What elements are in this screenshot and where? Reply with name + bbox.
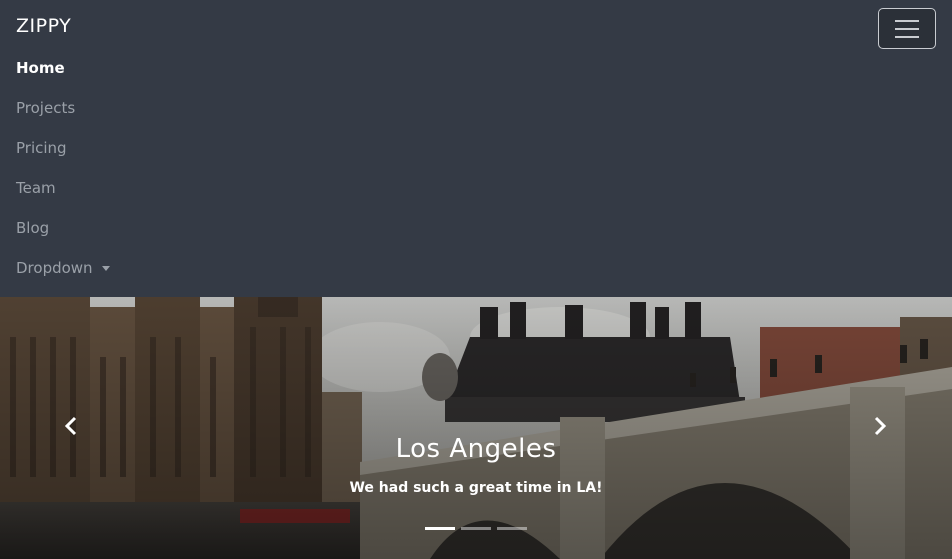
carousel-next-button[interactable]	[868, 414, 892, 438]
carousel-prev-button[interactable]	[59, 414, 83, 438]
navbar-toggler-button[interactable]	[878, 8, 936, 49]
brand-logo[interactable]: ZIPPY	[16, 15, 71, 37]
carousel-indicator[interactable]	[425, 527, 455, 530]
carousel-indicator[interactable]	[461, 527, 491, 530]
nav-menu: Home Projects Pricing Team Blog Dropdown	[16, 59, 110, 299]
carousel-caption-title: Los Angeles	[395, 434, 557, 464]
carousel-indicator[interactable]	[497, 527, 527, 530]
carousel-indicators	[425, 527, 527, 530]
hamburger-menu-icon	[895, 20, 919, 22]
nav-item-blog[interactable]: Blog	[16, 219, 110, 259]
navbar: ZIPPY Home Projects Pricing Team Blog Dr…	[0, 0, 952, 297]
chevron-left-icon	[64, 416, 77, 436]
chevron-right-icon	[874, 416, 887, 436]
carousel-caption-subtitle: We had such a great time in LA!	[349, 480, 603, 496]
nav-item-dropdown[interactable]: Dropdown	[16, 259, 110, 299]
caret-down-icon	[101, 266, 110, 271]
nav-item-pricing[interactable]: Pricing	[16, 139, 110, 179]
nav-item-team[interactable]: Team	[16, 179, 110, 219]
nav-item-home[interactable]: Home	[16, 59, 110, 99]
nav-item-projects[interactable]: Projects	[16, 99, 110, 139]
carousel-slide-image	[0, 297, 952, 559]
image-carousel: Los Angeles We had such a great time in …	[0, 297, 952, 559]
